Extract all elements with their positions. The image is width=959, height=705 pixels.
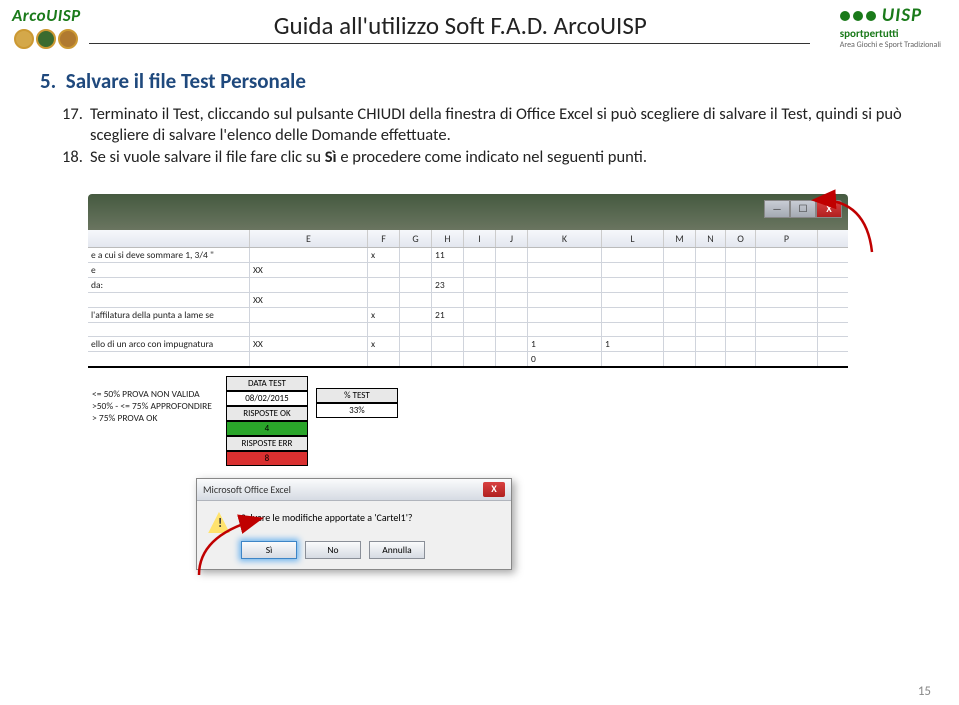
uisp-sub2: Area Giochi e Sport Tradizionali [840, 40, 941, 50]
maximize-button[interactable]: ☐ [790, 200, 816, 218]
section-heading: 5. Salvare il file Test Personale [40, 68, 919, 94]
table-row: eXX [88, 263, 848, 278]
note-text: <= 50% PROVA NON VALIDA [92, 388, 212, 400]
cancel-button[interactable]: Annulla [369, 541, 425, 559]
note-text: >50% - <= 75% APPROFONDIRE [92, 400, 212, 412]
uisp-text: UISP [882, 4, 922, 27]
table-row [88, 323, 848, 337]
save-dialog: Microsoft Office Excel X Salvare le modi… [196, 478, 512, 570]
summary-cell: % TEST [316, 388, 398, 403]
summary-cell: 33% [316, 403, 398, 418]
warning-icon [207, 511, 231, 535]
yes-button[interactable]: Sì [241, 541, 297, 559]
badge-icon [36, 29, 56, 49]
summary-cell: RISPOSTE ERR [226, 436, 308, 451]
table-row: e a cui si deve sommare 1, 3/4 "x11 [88, 248, 848, 263]
close-button[interactable]: X [816, 200, 842, 218]
summary-cell: 8 [226, 451, 308, 466]
table-row: l'affilatura della punta a lame sex21 [88, 308, 848, 323]
logo-left: ArcoUISP [12, 5, 81, 49]
table-row: 0 [88, 352, 848, 368]
summary-cell: 08/02/2015 [226, 391, 308, 406]
list-item: 18. Se si vuole salvare il file fare cli… [62, 147, 919, 168]
column-headers: E F G H I J K L M N O P [88, 230, 848, 248]
logo-left-text: ArcoUISP [12, 5, 81, 26]
list-item: 17. Terminato il Test, cliccando sul pul… [62, 104, 919, 145]
badge-icon [14, 29, 34, 49]
note-text: > 75% PROVA OK [92, 412, 212, 424]
screenshot-embed: — ☐ X E F G H I J K L M N O P e a cui si… [88, 194, 848, 570]
table-row: XX [88, 293, 848, 308]
table-row: ello di un arco con impugnaturaXXx11 [88, 337, 848, 352]
dialog-title: Microsoft Office Excel [203, 483, 291, 496]
uisp-sub1: sportpertutti [840, 27, 941, 40]
badge-icon [58, 29, 78, 49]
dialog-close-button[interactable]: X [483, 482, 505, 497]
page-number: 15 [918, 684, 931, 699]
logo-right: UISP sportpertutti Area Giochi e Sport T… [840, 4, 941, 50]
no-button[interactable]: No [305, 541, 361, 559]
summary-cell: DATA TEST [226, 376, 308, 391]
minimize-button[interactable]: — [764, 200, 790, 218]
page-title: Guida all'utilizzo Soft F.A.D. ArcoUISP [81, 10, 840, 43]
summary-cell: RISPOSTE OK [226, 406, 308, 421]
summary-cell: 4 [226, 421, 308, 436]
table-row: da:23 [88, 278, 848, 293]
dialog-message: Salvare le modifiche apportate a 'Cartel… [241, 511, 413, 524]
